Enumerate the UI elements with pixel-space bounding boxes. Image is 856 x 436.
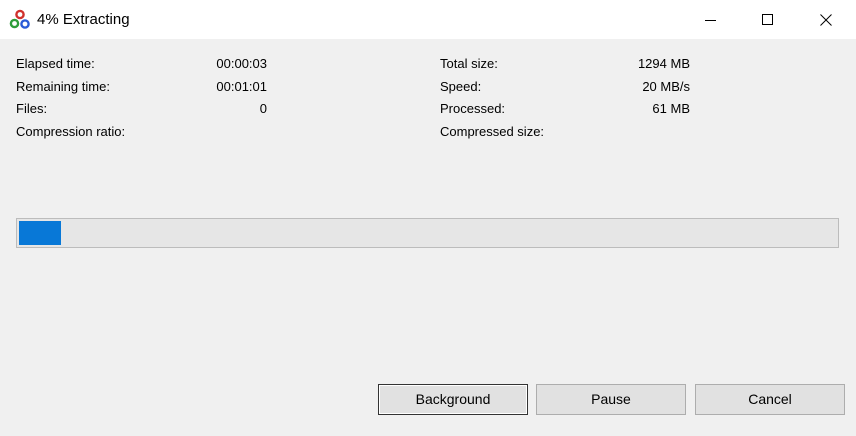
files-label: Files: <box>16 101 48 116</box>
title-bar[interactable]: 4% Extracting <box>0 0 856 39</box>
window-title: 4% Extracting <box>37 11 130 28</box>
remaining-time-label: Remaining time: <box>16 79 110 94</box>
elapsed-time-label: Elapsed time: <box>16 56 95 71</box>
minimize-icon <box>705 19 716 21</box>
progress-fill <box>19 221 61 245</box>
7zip-app-icon <box>9 9 30 29</box>
files-value: 0 <box>259 101 267 116</box>
pause-button[interactable]: Pause <box>536 384 686 415</box>
maximize-button[interactable] <box>739 0 797 39</box>
compressed-size-label: Compressed size: <box>440 124 545 139</box>
minimize-button[interactable] <box>682 0 740 39</box>
background-button[interactable]: Background <box>378 384 528 415</box>
speed-label: Speed: <box>440 79 482 94</box>
progress-bar <box>16 218 839 248</box>
maximize-icon <box>762 13 773 25</box>
total-size-label: Total size: <box>440 56 498 71</box>
processed-value: 61 MB <box>652 101 690 116</box>
elapsed-time-value: 00:00:03 <box>216 56 267 71</box>
compression-ratio-label: Compression ratio: <box>16 124 126 139</box>
processed-label: Processed: <box>440 101 506 116</box>
close-button[interactable] <box>797 0 855 39</box>
close-icon <box>820 13 832 26</box>
speed-value: 20 MB/s <box>642 79 690 94</box>
remaining-time-value: 00:01:01 <box>216 79 267 94</box>
cancel-button[interactable]: Cancel <box>695 384 845 415</box>
total-size-value: 1294 MB <box>637 56 690 71</box>
